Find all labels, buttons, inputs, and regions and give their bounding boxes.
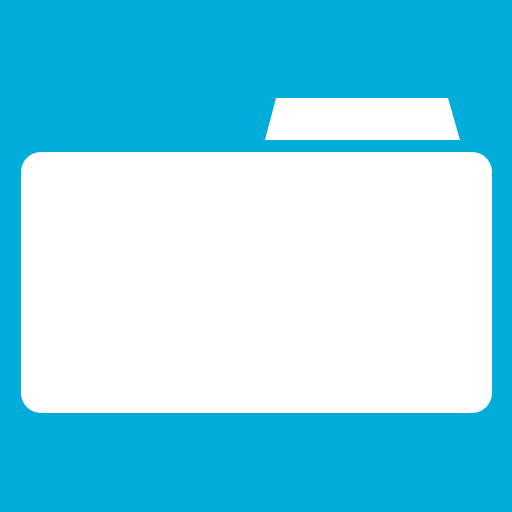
folder-icon [21, 98, 492, 413]
folder-tab [265, 98, 460, 140]
folder-tile [0, 0, 512, 512]
folder-body [21, 152, 492, 413]
